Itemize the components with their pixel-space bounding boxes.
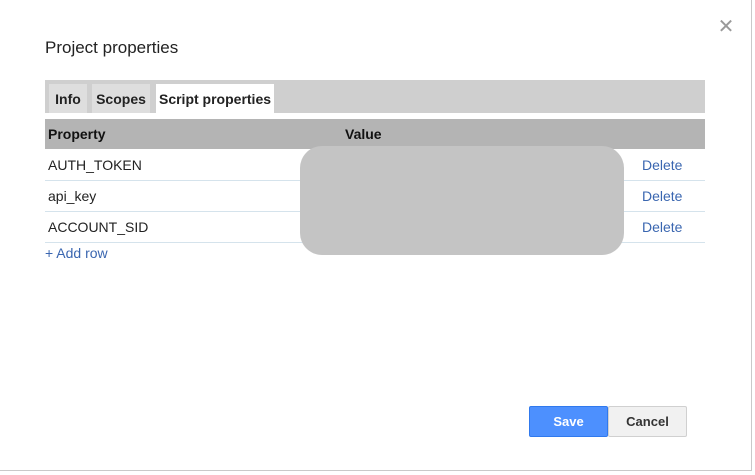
dialog-title: Project properties [45,38,179,57]
tab-scopes[interactable]: Scopes [92,84,150,113]
save-button[interactable]: Save [529,406,608,437]
cancel-button[interactable]: Cancel [608,406,687,437]
property-name[interactable]: api_key [48,181,96,211]
delete-link[interactable]: Delete [642,212,682,242]
tab-script-properties[interactable]: Script properties [156,84,274,113]
column-header-property: Property [48,126,106,142]
tab-bar: Info Scopes Script properties [45,80,705,113]
property-name[interactable]: AUTH_TOKEN [48,150,142,180]
delete-link[interactable]: Delete [642,181,682,211]
close-icon[interactable]: ✕ [717,17,735,37]
property-name[interactable]: ACCOUNT_SID [48,212,148,242]
delete-link[interactable]: Delete [642,150,682,180]
add-row-link[interactable]: + Add row [45,245,108,261]
project-properties-dialog: ✕ Project properties Info Scopes Script … [0,0,752,471]
redacted-values-overlay [300,146,624,255]
table-header: Property Value [45,119,705,149]
tab-info[interactable]: Info [49,84,87,113]
column-header-value: Value [345,126,382,142]
